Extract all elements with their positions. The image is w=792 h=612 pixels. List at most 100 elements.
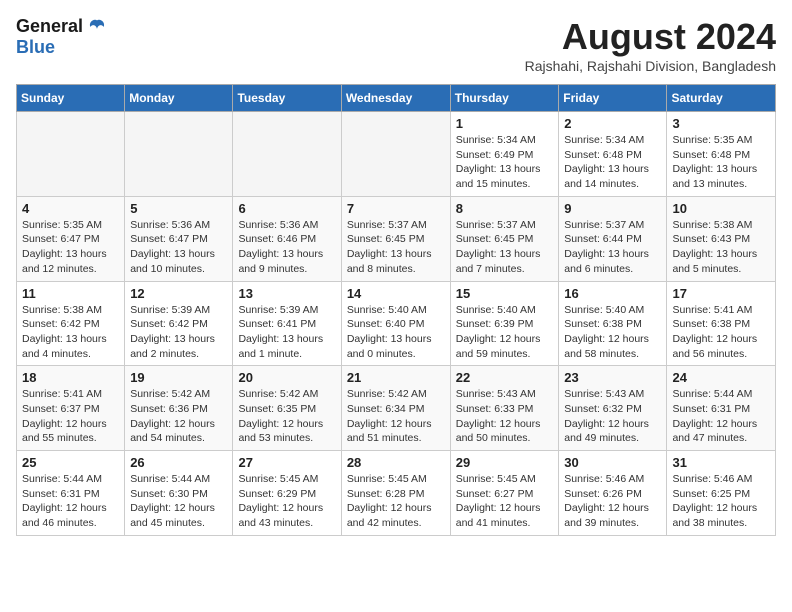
day-number: 22 bbox=[456, 370, 554, 385]
day-info: Sunrise: 5:40 AM Sunset: 6:38 PM Dayligh… bbox=[564, 303, 661, 362]
calendar-week-row: 4Sunrise: 5:35 AM Sunset: 6:47 PM Daylig… bbox=[17, 196, 776, 281]
calendar-week-row: 1 Sunrise: 5:34 AM Sunset: 6:49 PM Daylig… bbox=[17, 112, 776, 197]
calendar-day-cell: 10Sunrise: 5:38 AM Sunset: 6:43 PM Dayli… bbox=[667, 196, 776, 281]
weekday-header: Friday bbox=[559, 85, 667, 112]
day-number: 28 bbox=[347, 455, 445, 470]
day-number: 20 bbox=[238, 370, 335, 385]
day-number: 25 bbox=[22, 455, 119, 470]
calendar-day-cell: 28 Sunrise: 5:45 AM Sunset: 6:28 PM Dayli… bbox=[341, 451, 450, 536]
day-number: 16 bbox=[564, 286, 661, 301]
day-number: 14 bbox=[347, 286, 445, 301]
day-number: 2 bbox=[564, 116, 661, 131]
calendar-day-cell: 20 Sunrise: 5:42 AM Sunset: 6:35 PM Dayli… bbox=[233, 366, 341, 451]
calendar-day-cell: 30Sunrise: 5:46 AM Sunset: 6:26 PM Dayli… bbox=[559, 451, 667, 536]
calendar-week-row: 18Sunrise: 5:41 AM Sunset: 6:37 PM Dayli… bbox=[17, 366, 776, 451]
day-info: Sunrise: 5:34 AM Sunset: 6:49 PM Dayligh… bbox=[456, 133, 554, 192]
day-number: 8 bbox=[456, 201, 554, 216]
day-info: Sunrise: 5:37 AM Sunset: 6:45 PM Dayligh… bbox=[456, 218, 554, 277]
logo-bird-icon bbox=[87, 17, 107, 37]
calendar-day-cell: 11Sunrise: 5:38 AM Sunset: 6:42 PM Dayli… bbox=[17, 281, 125, 366]
weekday-header: Sunday bbox=[17, 85, 125, 112]
weekday-header: Tuesday bbox=[233, 85, 341, 112]
calendar-day-cell: 23 Sunrise: 5:43 AM Sunset: 6:32 PM Dayli… bbox=[559, 366, 667, 451]
calendar-day-cell bbox=[341, 112, 450, 197]
day-info: Sunrise: 5:46 AM Sunset: 6:25 PM Dayligh… bbox=[672, 472, 770, 531]
calendar-day-cell: 1 Sunrise: 5:34 AM Sunset: 6:49 PM Daylig… bbox=[450, 112, 559, 197]
day-info: Sunrise: 5:43 AM Sunset: 6:33 PM Dayligh… bbox=[456, 387, 554, 446]
day-info: Sunrise: 5:42 AM Sunset: 6:34 PM Dayligh… bbox=[347, 387, 445, 446]
calendar-day-cell: 21 Sunrise: 5:42 AM Sunset: 6:34 PM Dayli… bbox=[341, 366, 450, 451]
calendar-day-cell: 24Sunrise: 5:44 AM Sunset: 6:31 PM Dayli… bbox=[667, 366, 776, 451]
calendar-day-cell bbox=[233, 112, 341, 197]
day-info: Sunrise: 5:44 AM Sunset: 6:31 PM Dayligh… bbox=[22, 472, 119, 531]
day-number: 15 bbox=[456, 286, 554, 301]
day-number: 17 bbox=[672, 286, 770, 301]
day-info: Sunrise: 5:46 AM Sunset: 6:26 PM Dayligh… bbox=[564, 472, 661, 531]
calendar-day-cell: 26Sunrise: 5:44 AM Sunset: 6:30 PM Dayli… bbox=[125, 451, 233, 536]
location-text: Rajshahi, Rajshahi Division, Bangladesh bbox=[525, 58, 776, 74]
day-number: 13 bbox=[238, 286, 335, 301]
calendar-day-cell: 29Sunrise: 5:45 AM Sunset: 6:27 PM Dayli… bbox=[450, 451, 559, 536]
day-info: Sunrise: 5:37 AM Sunset: 6:45 PM Dayligh… bbox=[347, 218, 445, 277]
day-info: Sunrise: 5:40 AM Sunset: 6:40 PM Dayligh… bbox=[347, 303, 445, 362]
calendar-day-cell: 2 Sunrise: 5:34 AM Sunset: 6:48 PM Daylig… bbox=[559, 112, 667, 197]
calendar-day-cell: 17 Sunrise: 5:41 AM Sunset: 6:38 PM Dayli… bbox=[667, 281, 776, 366]
day-info: Sunrise: 5:36 AM Sunset: 6:47 PM Dayligh… bbox=[130, 218, 227, 277]
day-number: 4 bbox=[22, 201, 119, 216]
day-info: Sunrise: 5:45 AM Sunset: 6:28 PM Dayligh… bbox=[347, 472, 445, 531]
calendar-day-cell: 5 Sunrise: 5:36 AM Sunset: 6:47 PM Daylig… bbox=[125, 196, 233, 281]
title-area: August 2024 Rajshahi, Rajshahi Division,… bbox=[525, 16, 776, 74]
day-info: Sunrise: 5:41 AM Sunset: 6:38 PM Dayligh… bbox=[672, 303, 770, 362]
page-header: General Blue August 2024 Rajshahi, Rajsh… bbox=[16, 16, 776, 74]
calendar-day-cell bbox=[125, 112, 233, 197]
day-number: 6 bbox=[238, 201, 335, 216]
day-number: 1 bbox=[456, 116, 554, 131]
calendar-day-cell: 18Sunrise: 5:41 AM Sunset: 6:37 PM Dayli… bbox=[17, 366, 125, 451]
day-number: 12 bbox=[130, 286, 227, 301]
day-info: Sunrise: 5:38 AM Sunset: 6:43 PM Dayligh… bbox=[672, 218, 770, 277]
calendar-day-cell: 8 Sunrise: 5:37 AM Sunset: 6:45 PM Daylig… bbox=[450, 196, 559, 281]
calendar-week-row: 11Sunrise: 5:38 AM Sunset: 6:42 PM Dayli… bbox=[17, 281, 776, 366]
day-number: 24 bbox=[672, 370, 770, 385]
day-info: Sunrise: 5:35 AM Sunset: 6:48 PM Dayligh… bbox=[672, 133, 770, 192]
logo-blue-text: Blue bbox=[16, 37, 55, 58]
day-info: Sunrise: 5:41 AM Sunset: 6:37 PM Dayligh… bbox=[22, 387, 119, 446]
day-number: 11 bbox=[22, 286, 119, 301]
day-info: Sunrise: 5:43 AM Sunset: 6:32 PM Dayligh… bbox=[564, 387, 661, 446]
weekday-header: Wednesday bbox=[341, 85, 450, 112]
day-number: 19 bbox=[130, 370, 227, 385]
calendar-day-cell: 19Sunrise: 5:42 AM Sunset: 6:36 PM Dayli… bbox=[125, 366, 233, 451]
day-number: 26 bbox=[130, 455, 227, 470]
day-info: Sunrise: 5:45 AM Sunset: 6:29 PM Dayligh… bbox=[238, 472, 335, 531]
calendar-day-cell: 31 Sunrise: 5:46 AM Sunset: 6:25 PM Dayli… bbox=[667, 451, 776, 536]
day-info: Sunrise: 5:39 AM Sunset: 6:41 PM Dayligh… bbox=[238, 303, 335, 362]
day-number: 9 bbox=[564, 201, 661, 216]
day-number: 29 bbox=[456, 455, 554, 470]
calendar-day-cell: 4Sunrise: 5:35 AM Sunset: 6:47 PM Daylig… bbox=[17, 196, 125, 281]
calendar-day-cell: 25 Sunrise: 5:44 AM Sunset: 6:31 PM Dayli… bbox=[17, 451, 125, 536]
calendar-day-cell bbox=[17, 112, 125, 197]
calendar-day-cell: 12Sunrise: 5:39 AM Sunset: 6:42 PM Dayli… bbox=[125, 281, 233, 366]
day-number: 5 bbox=[130, 201, 227, 216]
day-info: Sunrise: 5:40 AM Sunset: 6:39 PM Dayligh… bbox=[456, 303, 554, 362]
day-number: 21 bbox=[347, 370, 445, 385]
weekday-header: Monday bbox=[125, 85, 233, 112]
day-number: 7 bbox=[347, 201, 445, 216]
month-title: August 2024 bbox=[525, 16, 776, 58]
weekday-header-row: SundayMondayTuesdayWednesdayThursdayFrid… bbox=[17, 85, 776, 112]
day-info: Sunrise: 5:34 AM Sunset: 6:48 PM Dayligh… bbox=[564, 133, 661, 192]
calendar-day-cell: 9Sunrise: 5:37 AM Sunset: 6:44 PM Daylig… bbox=[559, 196, 667, 281]
day-info: Sunrise: 5:42 AM Sunset: 6:35 PM Dayligh… bbox=[238, 387, 335, 446]
calendar-day-cell: 27 Sunrise: 5:45 AM Sunset: 6:29 PM Dayli… bbox=[233, 451, 341, 536]
day-info: Sunrise: 5:36 AM Sunset: 6:46 PM Dayligh… bbox=[238, 218, 335, 277]
calendar-day-cell: 22 Sunrise: 5:43 AM Sunset: 6:33 PM Dayli… bbox=[450, 366, 559, 451]
calendar-table: SundayMondayTuesdayWednesdayThursdayFrid… bbox=[16, 84, 776, 536]
weekday-header: Thursday bbox=[450, 85, 559, 112]
day-number: 23 bbox=[564, 370, 661, 385]
calendar-day-cell: 7 Sunrise: 5:37 AM Sunset: 6:45 PM Daylig… bbox=[341, 196, 450, 281]
day-number: 27 bbox=[238, 455, 335, 470]
calendar-day-cell: 15 Sunrise: 5:40 AM Sunset: 6:39 PM Dayli… bbox=[450, 281, 559, 366]
day-number: 31 bbox=[672, 455, 770, 470]
calendar-day-cell: 3Sunrise: 5:35 AM Sunset: 6:48 PM Daylig… bbox=[667, 112, 776, 197]
calendar-week-row: 25 Sunrise: 5:44 AM Sunset: 6:31 PM Dayli… bbox=[17, 451, 776, 536]
